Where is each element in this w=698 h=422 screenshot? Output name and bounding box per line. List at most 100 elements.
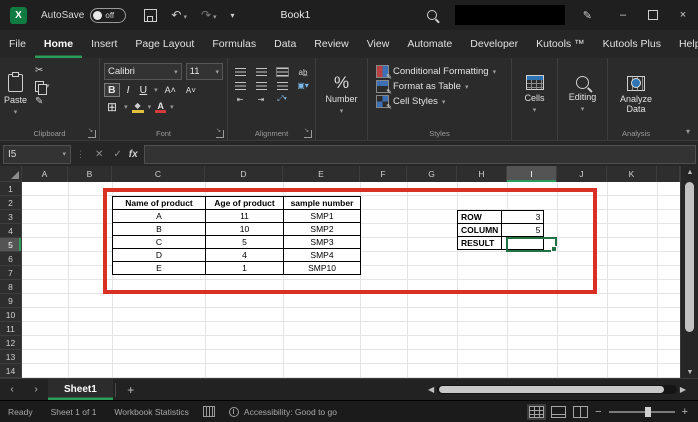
cell[interactable]: 5 (205, 235, 284, 249)
orientation-button[interactable]: ⤢▾ (277, 94, 287, 104)
scroll-up-icon[interactable]: ▲ (681, 166, 698, 178)
horizontal-scroll-thumb[interactable] (439, 386, 665, 393)
cell[interactable]: 4 (205, 248, 284, 262)
confirm-entry-icon[interactable]: ✓ (113, 149, 121, 160)
scroll-left-icon[interactable]: ◀ (428, 385, 434, 394)
copy-button[interactable]: ▾ (35, 81, 50, 95)
decrease-indent-button[interactable]: ⇤ (237, 95, 244, 104)
row-header-4[interactable]: 4 (0, 224, 22, 238)
tab-data[interactable]: Data (265, 30, 305, 58)
tab-review[interactable]: Review (305, 30, 357, 58)
alignment-dialog-launcher-icon[interactable]: ↘ (304, 128, 312, 138)
result-label-cell[interactable]: RESULT (456, 236, 503, 250)
column-header-g[interactable]: G (407, 166, 457, 182)
row-header-9[interactable]: 9 (0, 294, 22, 308)
column-header-h[interactable]: H (457, 166, 507, 182)
paste-button[interactable]: Paste ▾ (4, 63, 27, 126)
vertical-scroll-thumb[interactable] (685, 182, 694, 332)
selected-cell-i5[interactable] (506, 237, 557, 252)
undo-icon[interactable]: ↶ ▾ (171, 8, 187, 22)
tab-kutools-plus[interactable]: Kutools Plus (594, 30, 670, 58)
tab-view[interactable]: View (358, 30, 399, 58)
cell[interactable]: D (112, 248, 206, 262)
row-header-13[interactable]: 13 (0, 350, 22, 364)
column-header-a[interactable]: A (22, 166, 68, 182)
cell-styles-button[interactable]: Cell Styles ▾ (376, 95, 507, 111)
row-header-10[interactable]: 10 (0, 308, 22, 322)
redo-icon[interactable]: ↷ ▾ (201, 8, 217, 22)
cell[interactable]: A (112, 209, 206, 223)
zoom-slider-thumb[interactable] (644, 406, 651, 417)
column-header-b[interactable]: B (68, 166, 112, 182)
select-all-corner[interactable] (0, 166, 22, 182)
analyze-data-button[interactable]: Analyze Data (612, 63, 660, 128)
format-painter-button[interactable]: ✎ (35, 97, 50, 107)
row-header-2[interactable]: 2 (0, 196, 22, 210)
cell[interactable]: E (112, 261, 206, 275)
align-left-button[interactable] (234, 81, 246, 90)
cell[interactable]: SMP4 (283, 248, 361, 262)
formula-input[interactable] (143, 144, 696, 164)
zoom-slider[interactable] (608, 406, 675, 417)
cell[interactable]: SMP3 (283, 235, 361, 249)
column-header-i[interactable]: I (507, 166, 557, 182)
align-bottom-button[interactable] (275, 67, 289, 77)
align-right-button[interactable] (276, 81, 288, 90)
cell[interactable]: 11 (205, 209, 284, 223)
cell[interactable]: 1 (205, 261, 284, 275)
sheet-tab-sheet1[interactable]: Sheet1 (48, 379, 113, 400)
redo-chevron-icon[interactable]: ▾ (213, 14, 217, 21)
editing-button[interactable]: Editing ▾ (562, 63, 603, 126)
borders-chevron-icon[interactable]: ▾ (124, 103, 128, 111)
maximize-button[interactable] (638, 0, 668, 30)
row-header-6[interactable]: 6 (0, 252, 22, 266)
page-layout-view-button[interactable] (551, 405, 567, 418)
underline-button[interactable]: U (137, 84, 151, 96)
cell[interactable]: SMP1 (283, 209, 361, 223)
row-header-1[interactable]: 1 (0, 182, 22, 196)
quick-access-chevron-icon[interactable]: ▾ (231, 11, 235, 20)
tab-page-layout[interactable]: Page Layout (126, 30, 203, 58)
underline-chevron-icon[interactable]: ▾ (154, 86, 158, 94)
column-label-cell[interactable]: COLUMN (456, 223, 503, 237)
zoom-out-button[interactable]: − (595, 406, 601, 418)
column-header-k[interactable]: K (607, 166, 657, 182)
borders-button[interactable]: ⊞ (104, 100, 120, 114)
tab-kutools[interactable]: Kutools ™ (527, 30, 593, 58)
name-box[interactable]: I5 ▾ (3, 144, 71, 164)
font-dialog-launcher-icon[interactable]: ↘ (216, 128, 224, 138)
tab-insert[interactable]: Insert (82, 30, 126, 58)
shrink-font-button[interactable]: A˅ (183, 86, 199, 95)
ribbon-collapse-chevron-icon[interactable]: ▾ (686, 127, 690, 136)
wrap-text-button[interactable]: ab̲ (299, 68, 308, 77)
row-header-3[interactable]: 3 (0, 210, 22, 224)
font-name-select[interactable]: Calibri ▾ (104, 63, 182, 80)
cells-button[interactable]: Cells ▾ (516, 63, 553, 126)
scroll-down-icon[interactable]: ▼ (681, 366, 698, 378)
accessibility-icon[interactable] (228, 406, 239, 417)
column-header-partial[interactable] (657, 166, 680, 182)
cut-button[interactable]: ✂ (35, 66, 50, 76)
tab-home[interactable]: Home (35, 30, 82, 58)
grow-font-button[interactable]: A˄ (162, 85, 179, 95)
minimize-button[interactable]: – (608, 0, 638, 30)
fill-color-button[interactable]: ◆ (131, 101, 144, 113)
column-value-cell[interactable]: 5 (501, 223, 545, 237)
product-table[interactable]: Name of product Age of product sample nu… (112, 196, 361, 275)
pen-icon[interactable]: ✎ (583, 9, 592, 22)
row-label-cell[interactable]: ROW (456, 210, 503, 224)
row-header-12[interactable]: 12 (0, 336, 22, 350)
autosave-toggle[interactable]: off (90, 7, 127, 23)
cell[interactable]: SMP10 (283, 261, 361, 275)
row-header-11[interactable]: 11 (0, 322, 22, 336)
scroll-right-icon[interactable]: ▶ (680, 385, 686, 394)
page-break-view-button[interactable] (573, 405, 589, 418)
statistics-icon[interactable] (202, 406, 215, 417)
align-center-button[interactable] (255, 81, 267, 90)
insert-function-icon[interactable]: fx (129, 149, 138, 160)
search-icon[interactable] (426, 10, 437, 20)
font-color-button[interactable]: A (155, 101, 167, 113)
cancel-entry-icon[interactable]: ✕ (95, 149, 103, 160)
zoom-in-button[interactable]: + (682, 406, 688, 418)
cell[interactable]: SMP2 (283, 222, 361, 236)
